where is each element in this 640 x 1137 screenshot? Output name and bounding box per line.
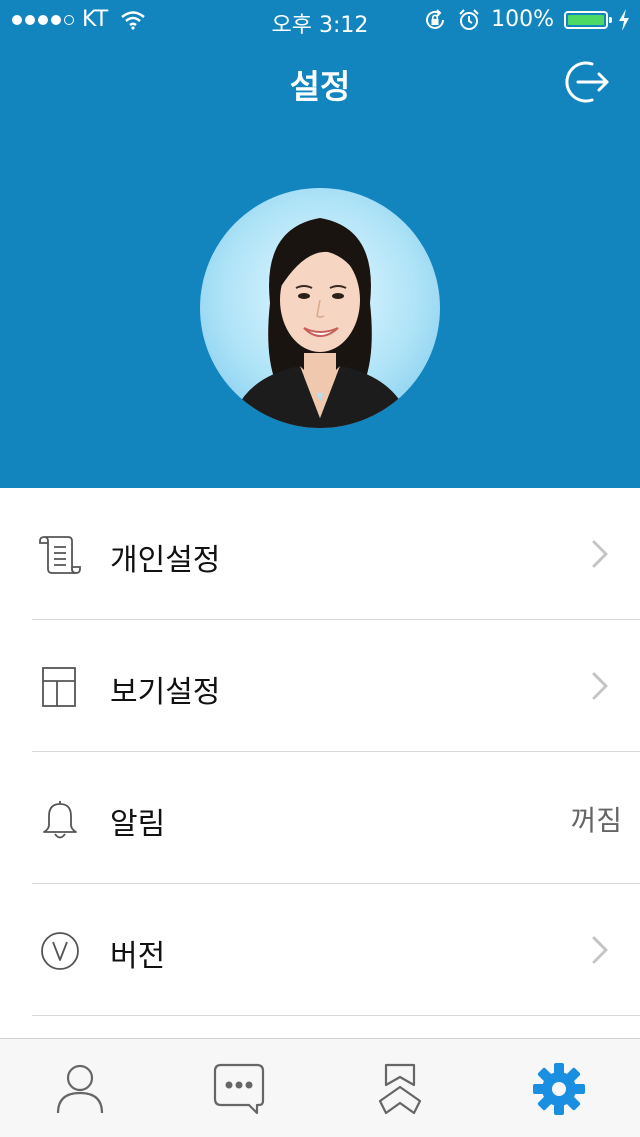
menu-item-label: 보기설정 (110, 675, 221, 710)
status-bar: KT 오후 3:12 100% (0, 0, 640, 40)
bookmark-icon[interactable] (372, 1061, 428, 1117)
battery-icon (564, 10, 612, 29)
chevron-right-icon (592, 936, 608, 964)
scroll-icon (39, 536, 81, 574)
menu-item-label: 개인설정 (110, 543, 221, 578)
chevron-right-icon (592, 672, 608, 700)
menu-item-version[interactable]: 버전 (0, 884, 640, 1016)
status-right: 100% (423, 7, 630, 32)
chevron-right-icon (592, 540, 608, 568)
tab-bar (0, 1038, 640, 1137)
page-title: 설정 (289, 67, 351, 106)
person-icon[interactable] (52, 1061, 108, 1117)
menu-item-view-settings[interactable]: 보기설정 (0, 620, 640, 752)
logout-icon[interactable] (560, 58, 612, 106)
settings-header: KT 오후 3:12 100% 설정 (0, 0, 640, 488)
menu-item-label: 알림 (110, 807, 166, 842)
layout-icon (42, 667, 76, 707)
profile-photo-illustration (230, 218, 412, 428)
profile-avatar[interactable] (200, 188, 440, 428)
charging-bolt-icon (619, 8, 629, 31)
gear-icon[interactable] (531, 1061, 587, 1117)
menu-item-notifications[interactable]: 알림 꺼짐 (0, 752, 640, 884)
menu-item-personal-settings[interactable]: 개인설정 (0, 488, 640, 620)
alarm-icon (459, 8, 479, 30)
menu-divider (32, 1015, 640, 1016)
version-v-icon (41, 932, 79, 970)
battery-percentage: 100% (491, 7, 554, 32)
bell-icon (43, 801, 77, 839)
rotation-lock-icon (426, 8, 445, 29)
notification-status-value: 꺼짐 (570, 804, 622, 837)
chat-icon[interactable] (211, 1061, 267, 1117)
menu-item-label: 버전 (110, 939, 166, 974)
